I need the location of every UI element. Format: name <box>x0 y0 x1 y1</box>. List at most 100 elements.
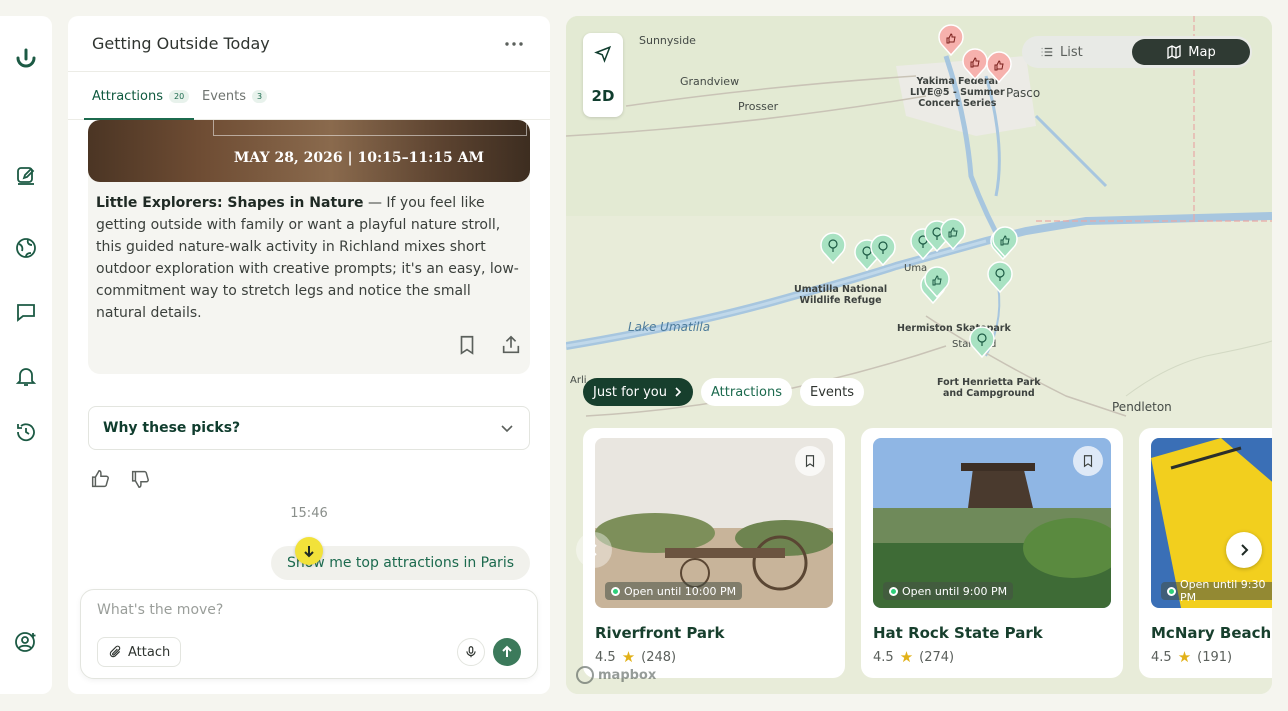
arrow-up-icon <box>502 645 512 657</box>
place-name: Hat Rock State Park <box>873 624 1043 642</box>
open-hours: Open until 9:00 PM <box>902 584 1008 598</box>
bookmark-icon[interactable] <box>456 334 478 360</box>
place-rating: 4.5 ★ (274) <box>873 648 954 666</box>
chevron-right-icon <box>675 387 682 397</box>
rating-value: 4.5 <box>1151 649 1172 665</box>
chip-just-for-you[interactable]: Just for you <box>583 378 693 406</box>
event-image-frame <box>213 120 527 136</box>
open-hours: Open until 9:30 PM <box>1180 578 1266 604</box>
place-card[interactable]: Open until 10:00 PM Riverfront Park 4.5 ★… <box>583 428 845 678</box>
attraction-pin[interactable] <box>969 326 995 358</box>
thumbs-down-icon[interactable] <box>129 468 151 490</box>
app-logo-icon[interactable] <box>12 44 40 72</box>
place-card[interactable]: Open until 9:00 PM Hat Rock State Park 4… <box>861 428 1123 678</box>
place-name: Riverfront Park <box>595 624 725 642</box>
event-body: — If you feel like getting outside with … <box>96 195 519 321</box>
more-options-icon[interactable] <box>502 32 526 56</box>
attraction-pin[interactable] <box>870 234 896 266</box>
rating-value: 4.5 <box>595 649 616 665</box>
microphone-button[interactable] <box>457 638 485 666</box>
bookmark-icon <box>1083 455 1093 468</box>
mapbox-label: mapbox <box>598 667 657 683</box>
arrow-down-icon <box>304 546 314 558</box>
review-count: (274) <box>919 649 955 665</box>
chip-events[interactable]: Events <box>799 378 864 406</box>
chat-panel: Getting Outside Today Attractions 20 Eve… <box>68 16 550 694</box>
map-icon <box>1167 44 1181 60</box>
chip-attractions[interactable]: Attractions <box>700 378 792 406</box>
send-button[interactable] <box>493 638 521 666</box>
message-composer: Attach <box>80 589 538 679</box>
event-pin[interactable] <box>938 24 964 56</box>
attraction-pin[interactable] <box>924 266 950 298</box>
event-card[interactable]: MAY 28, 2026 | 10:15–11:15 AM Little Exp… <box>88 120 530 374</box>
mapbox-attribution[interactable]: mapbox <box>576 666 656 684</box>
event-actions <box>456 334 522 360</box>
event-title[interactable]: Little Explorers: Shapes in Nature <box>96 195 364 211</box>
map-view-button[interactable]: Map <box>1132 39 1250 65</box>
place-image: Open until 9:30 PM <box>1151 438 1272 608</box>
map-view-label: Map <box>1188 44 1216 60</box>
map-label-fort-henrietta: Fort Henrietta Park and Campground <box>937 377 1041 399</box>
star-icon: ★ <box>899 648 914 666</box>
new-chat-icon[interactable] <box>12 162 40 190</box>
map-view[interactable]: 2D List Map Sunnyside Grandview Prosser … <box>566 16 1272 694</box>
chip-just-for-you-label: Just for you <box>593 384 667 400</box>
navigation-arrow-icon <box>594 45 612 63</box>
tab-events[interactable]: Events 3 <box>202 89 268 104</box>
chevron-down-icon <box>501 425 513 433</box>
event-pin[interactable] <box>986 51 1012 83</box>
messages-icon[interactable] <box>12 298 40 326</box>
review-count: (191) <box>1197 649 1233 665</box>
paperclip-icon <box>109 645 121 658</box>
results-tabs: Attractions 20 Events 3 <box>68 72 550 120</box>
locate-me-button[interactable] <box>583 33 623 75</box>
mapbox-logo-icon <box>576 666 594 684</box>
chat-title: Getting Outside Today <box>92 34 270 53</box>
map-label-prosser: Prosser <box>738 100 779 113</box>
microphone-icon <box>466 646 476 658</box>
add-profile-icon[interactable] <box>12 628 40 656</box>
open-status: Open until 9:00 PM <box>883 582 1014 600</box>
place-name: McNary Beach Park <box>1151 624 1272 642</box>
tab-attractions[interactable]: Attractions 20 <box>92 89 190 104</box>
star-icon: ★ <box>621 648 636 666</box>
rating-value: 4.5 <box>873 649 894 665</box>
attraction-pin[interactable] <box>987 261 1013 293</box>
event-description: Little Explorers: Shapes in Nature — If … <box>88 182 530 324</box>
place-rating: 4.5 ★ (248) <box>595 648 676 666</box>
why-these-picks-accordion[interactable]: Why these picks? <box>88 406 530 450</box>
tab-events-count: 3 <box>252 90 268 103</box>
chat-header: Getting Outside Today <box>68 16 550 72</box>
share-icon[interactable] <box>500 334 522 360</box>
bookmark-icon <box>805 455 815 468</box>
save-place-button[interactable] <box>795 446 825 476</box>
map-label-pendleton: Pendleton <box>1112 400 1172 414</box>
event-date: MAY 28, 2026 | 10:15–11:15 AM <box>233 150 484 166</box>
thumbs-up-icon[interactable] <box>89 468 111 490</box>
carousel-prev-button[interactable] <box>576 532 612 568</box>
carousel-next-button[interactable] <box>1226 532 1262 568</box>
attach-button[interactable]: Attach <box>97 637 182 667</box>
map-label-grandview: Grandview <box>680 75 740 88</box>
attraction-pin[interactable] <box>992 226 1018 258</box>
event-image: MAY 28, 2026 | 10:15–11:15 AM <box>88 120 530 182</box>
attraction-pin[interactable] <box>820 232 846 264</box>
event-pin[interactable] <box>962 48 988 80</box>
message-input[interactable] <box>97 602 517 618</box>
list-view-button[interactable]: List <box>1026 39 1097 65</box>
list-view-label: List <box>1060 44 1083 60</box>
history-icon[interactable] <box>12 418 40 446</box>
scroll-to-bottom-button[interactable] <box>295 537 323 565</box>
explore-icon[interactable] <box>12 234 40 262</box>
chevron-left-icon <box>589 544 597 556</box>
open-dot-icon <box>889 586 898 596</box>
save-place-button[interactable] <box>1073 446 1103 476</box>
view-2d-button[interactable]: 2D <box>583 75 623 117</box>
attach-label: Attach <box>128 644 171 660</box>
open-dot-icon <box>611 586 620 596</box>
place-rating: 4.5 ★ (191) <box>1151 648 1232 666</box>
chevron-right-icon <box>1241 544 1249 556</box>
attraction-pin[interactable] <box>940 218 966 250</box>
notifications-bell-icon[interactable] <box>12 362 40 390</box>
